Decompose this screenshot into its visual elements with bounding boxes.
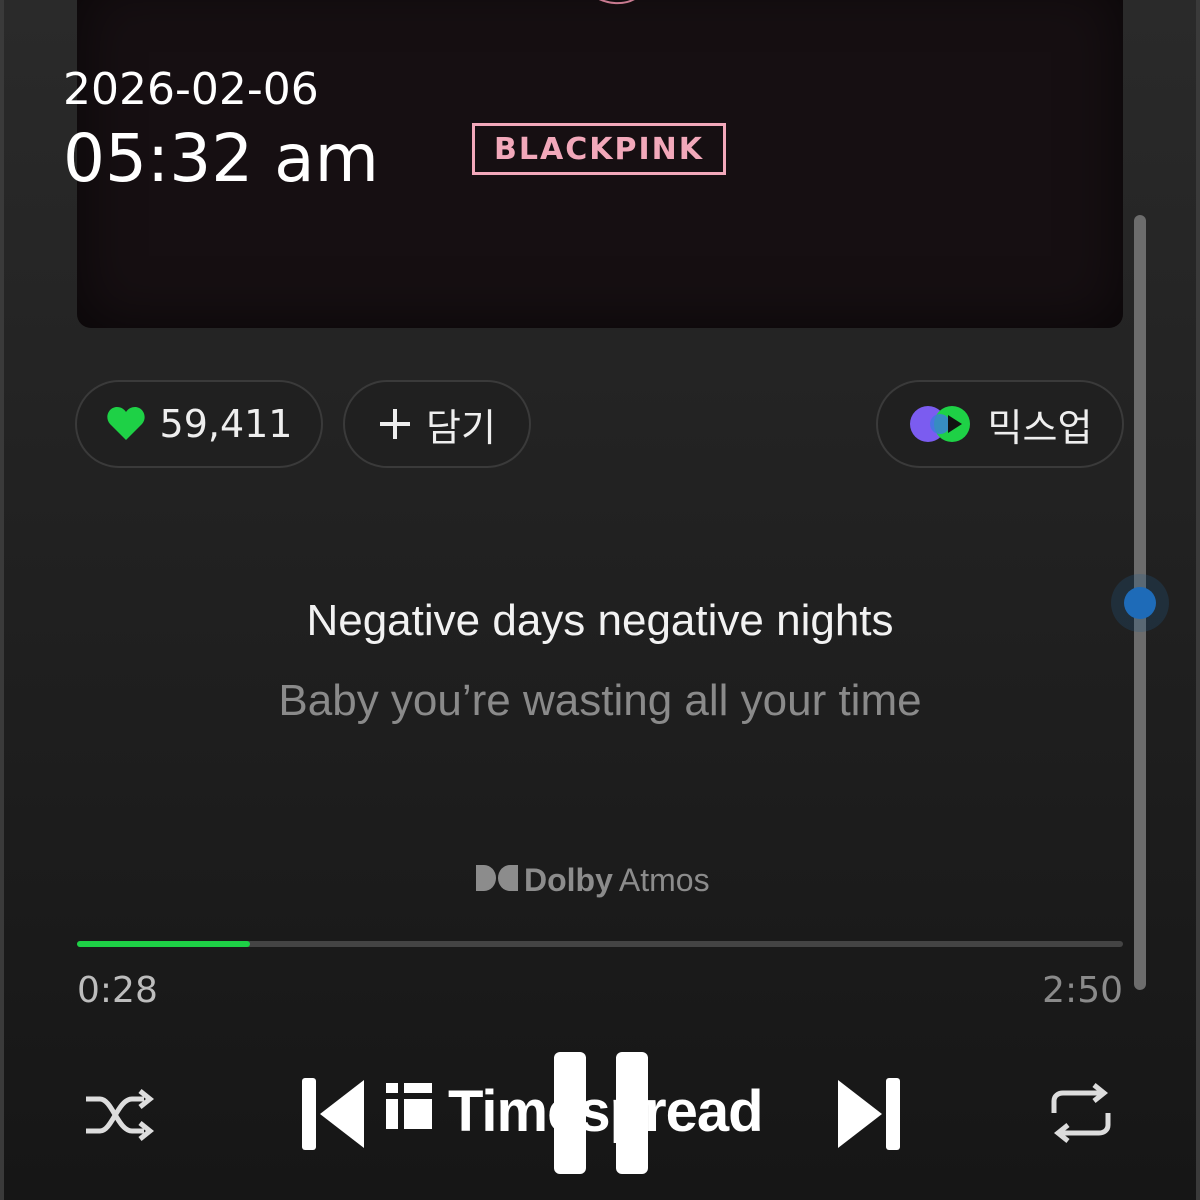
heart-icon <box>106 406 146 442</box>
shuffle-icon <box>82 1087 155 1148</box>
progress-bar[interactable] <box>77 941 1123 947</box>
watermark-logo-icon <box>384 1078 434 1145</box>
shuffle-button[interactable] <box>78 1085 158 1149</box>
previous-icon <box>300 1076 366 1157</box>
clock-time: 05:32 am <box>63 120 379 197</box>
repeat-button[interactable] <box>1046 1082 1116 1148</box>
plus-icon <box>378 407 412 441</box>
total-time: 2:50 <box>1042 970 1123 1011</box>
mixup-button[interactable]: 믹스업 <box>876 380 1124 468</box>
mixup-label: 믹스업 <box>987 405 1093 450</box>
lyric-current: Negative days negative nights <box>306 596 894 645</box>
next-icon <box>836 1076 902 1157</box>
pause-icon <box>552 1050 650 1181</box>
repeat-icon <box>1046 1082 1116 1148</box>
current-time: 0:28 <box>77 970 158 1011</box>
album-logo: BLACKPINK <box>472 123 726 175</box>
add-to-playlist-button[interactable]: 담기 <box>343 380 531 468</box>
add-label: 담기 <box>426 405 496 450</box>
previous-button[interactable] <box>300 1076 366 1157</box>
scroll-knob[interactable] <box>1124 587 1156 619</box>
dolby-atmos-badge: Dolby Atmos <box>476 860 710 900</box>
dolby-logo-icon <box>476 862 518 899</box>
like-button[interactable]: 59,411 <box>75 380 323 468</box>
dolby-mode: Atmos <box>618 861 710 898</box>
dolby-brand: Dolby <box>524 861 613 898</box>
next-button[interactable] <box>836 1076 902 1157</box>
mixup-icon <box>908 404 974 444</box>
like-count: 59,411 <box>159 402 293 446</box>
pause-button[interactable] <box>552 1050 650 1181</box>
clock-date: 2026-02-06 <box>63 64 319 115</box>
progress-fill <box>77 941 250 947</box>
album-scribble <box>599 0 635 5</box>
lyric-next: Baby you’re wasting all your time <box>278 676 922 725</box>
